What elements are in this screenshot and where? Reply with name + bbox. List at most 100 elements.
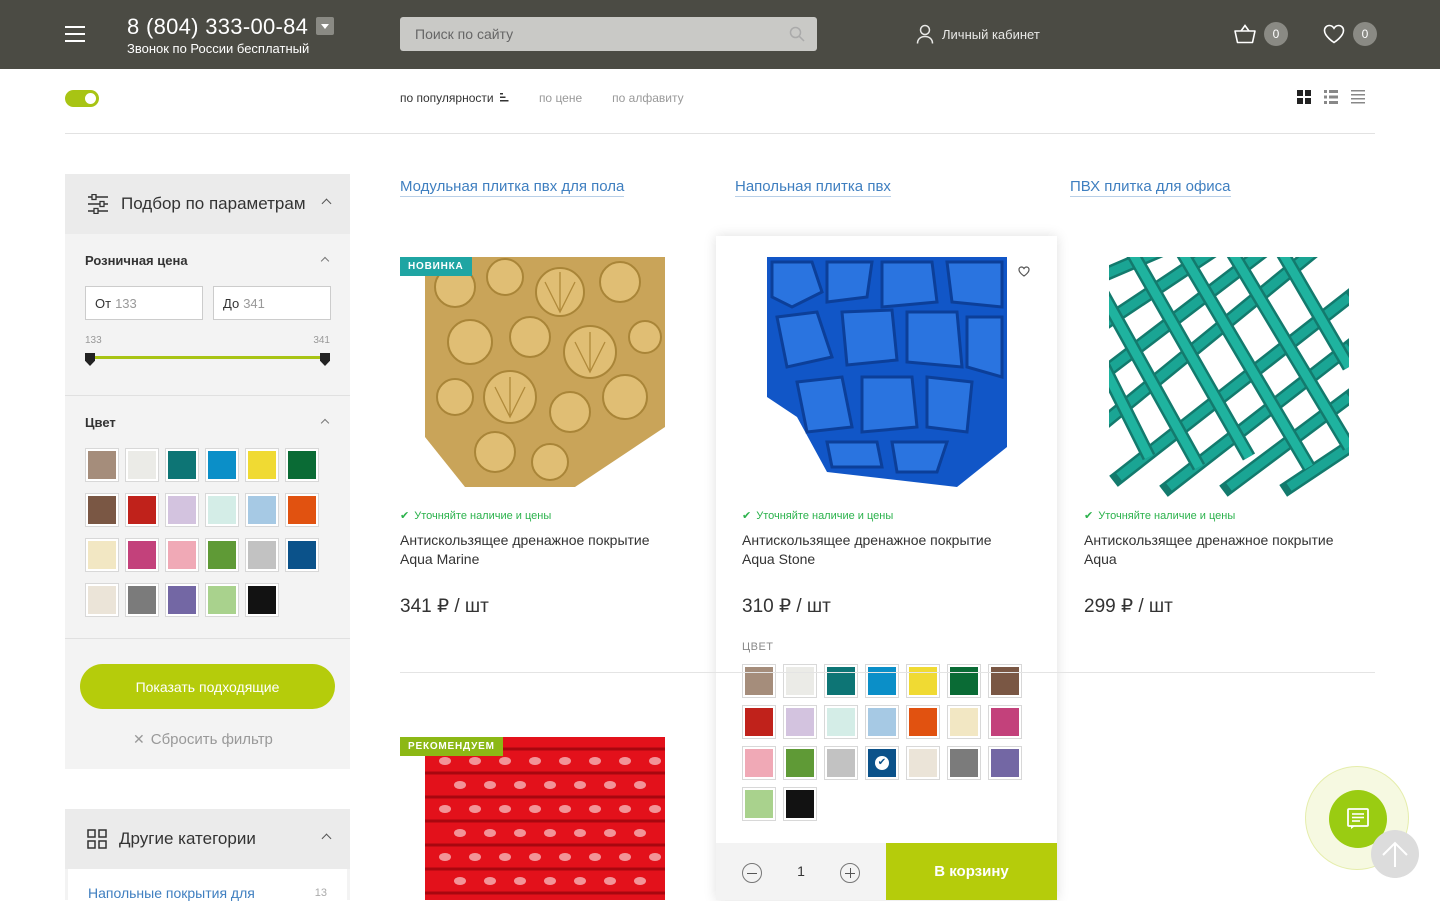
color-swatch[interactable] [947, 664, 981, 698]
product-name[interactable]: Антискользящее дренажное покрытие Aqua [1084, 531, 1364, 569]
color-swatch[interactable] [125, 583, 159, 617]
price-collapse-chevron-icon[interactable] [320, 256, 330, 266]
color-swatch[interactable] [783, 705, 817, 739]
menu-burger-icon[interactable] [65, 26, 85, 42]
search-input[interactable] [400, 17, 780, 51]
search-icon[interactable] [789, 26, 805, 42]
color-swatch-fill [168, 451, 196, 479]
quantity-plus-button[interactable] [840, 863, 860, 883]
tag-link-modular-tile[interactable]: Модульная плитка пвх для пола [400, 178, 625, 197]
color-swatch-fill [88, 586, 116, 614]
color-swatch[interactable] [947, 705, 981, 739]
categories-title: Другие категории [119, 829, 256, 848]
color-swatch[interactable] [205, 493, 239, 527]
product-name[interactable]: Антискользящее дренажное покрытие Aqua S… [742, 531, 1022, 569]
range-min-handle[interactable] [85, 353, 95, 366]
categories-panel-header[interactable]: Другие категории [65, 809, 350, 869]
color-swatch[interactable] [85, 448, 119, 482]
product-name[interactable]: Антискользящее дренажное покрытие Aqua M… [400, 531, 680, 569]
color-swatch[interactable] [245, 448, 279, 482]
filter-panel-header[interactable]: Подбор по параметрам [65, 174, 350, 234]
color-swatch[interactable] [125, 538, 159, 572]
color-swatch[interactable] [988, 664, 1022, 698]
list-view-icon[interactable] [1324, 90, 1338, 104]
add-to-favorites-heart-icon[interactable] [1013, 260, 1035, 282]
add-to-cart-button[interactable]: В корзину [886, 843, 1057, 900]
chat-icon [1347, 808, 1369, 829]
price-to-input[interactable]: До 341 [213, 286, 331, 320]
tag-link-office-tile[interactable]: ПВХ плитка для офиса [1070, 178, 1231, 197]
color-swatch[interactable] [85, 538, 119, 572]
sort-price[interactable]: по цене [539, 91, 582, 105]
color-swatch[interactable] [85, 583, 119, 617]
color-swatch[interactable] [165, 493, 199, 527]
color-swatch[interactable] [906, 664, 940, 698]
product-image-red-tile[interactable] [425, 737, 665, 900]
color-swatch[interactable] [906, 746, 940, 780]
color-swatch[interactable] [165, 448, 199, 482]
color-swatch[interactable] [125, 493, 159, 527]
color-swatch[interactable] [85, 493, 119, 527]
color-swatch[interactable] [742, 664, 776, 698]
table-view-icon[interactable] [1351, 90, 1365, 104]
product-image-aqua-marine[interactable] [425, 257, 665, 497]
color-swatch[interactable] [205, 538, 239, 572]
color-swatch[interactable] [245, 538, 279, 572]
color-swatch[interactable] [742, 787, 776, 821]
color-swatch[interactable] [824, 705, 858, 739]
color-collapse-chevron-icon[interactable] [320, 418, 330, 428]
divider [65, 395, 350, 396]
color-swatch[interactable] [783, 787, 817, 821]
color-swatch[interactable] [988, 705, 1022, 739]
color-swatch[interactable] [205, 448, 239, 482]
color-swatch[interactable] [824, 746, 858, 780]
color-swatch[interactable] [824, 664, 858, 698]
price-from-input[interactable]: От 133 [85, 286, 203, 320]
tag-link-floor-tile[interactable]: Напольная плитка пвх [735, 178, 891, 197]
phone-dropdown-icon[interactable] [316, 17, 334, 35]
color-swatch[interactable] [988, 746, 1022, 780]
color-swatch[interactable] [165, 538, 199, 572]
reset-filter-label: Сбросить фильтр [150, 731, 273, 748]
price-range-track[interactable] [90, 356, 325, 359]
category-item[interactable]: Напольные покрытия для 13 [68, 869, 347, 901]
filter-toggle-switch[interactable] [65, 90, 99, 107]
product-image-aqua[interactable] [1109, 257, 1349, 497]
color-swatch[interactable] [285, 448, 319, 482]
color-swatch-fill [208, 496, 236, 524]
phone-number[interactable]: 8 (804) 333-00-84 [127, 14, 308, 40]
cart-link[interactable]: 0 [1234, 22, 1288, 46]
color-swatch[interactable] [783, 746, 817, 780]
color-swatch[interactable] [205, 583, 239, 617]
color-swatch[interactable] [742, 746, 776, 780]
color-swatch[interactable] [947, 746, 981, 780]
sort-popularity[interactable]: по популярности [400, 91, 509, 105]
account-link[interactable]: Личный кабинет [916, 24, 1040, 44]
account-label: Личный кабинет [942, 26, 1040, 42]
color-swatch[interactable] [285, 538, 319, 572]
chevron-up-icon[interactable] [321, 198, 332, 209]
availability-note: ✔ Уточняйте наличие и цены [1084, 509, 1235, 523]
color-swatch[interactable] [245, 583, 279, 617]
color-swatch[interactable] [783, 664, 817, 698]
color-swatch[interactable]: ✔ [865, 746, 899, 780]
show-results-button[interactable]: Показать подходящие [80, 664, 335, 709]
favorites-link[interactable]: 0 [1323, 22, 1377, 46]
chevron-up-icon[interactable] [321, 833, 332, 844]
product-image-aqua-stone[interactable] [767, 257, 1007, 497]
scroll-to-top-button[interactable] [1371, 830, 1419, 878]
quantity-minus-button[interactable] [742, 863, 762, 883]
color-swatch[interactable] [285, 493, 319, 527]
quantity-input[interactable] [786, 863, 816, 879]
sort-alphabet[interactable]: по алфавиту [612, 91, 683, 105]
color-swatch[interactable] [865, 664, 899, 698]
color-swatch[interactable] [865, 705, 899, 739]
color-swatch[interactable] [742, 705, 776, 739]
grid-view-icon[interactable] [1297, 90, 1311, 104]
reset-filter-link[interactable]: ✕ Сбросить фильтр [133, 731, 273, 748]
color-swatch[interactable] [245, 493, 279, 527]
range-max-handle[interactable] [320, 353, 330, 366]
color-swatch[interactable] [125, 448, 159, 482]
color-swatch[interactable] [906, 705, 940, 739]
color-swatch[interactable] [165, 583, 199, 617]
